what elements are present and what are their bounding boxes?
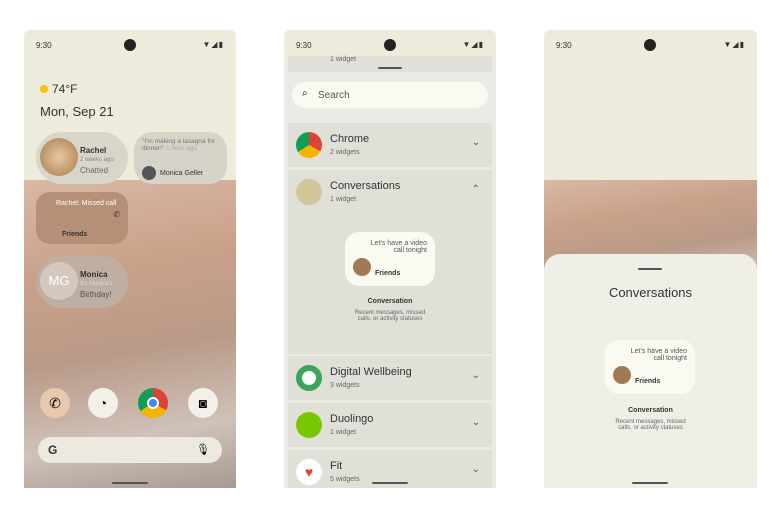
subtitle: It's Monica's (80, 281, 113, 287)
preview-message: Let's have a video call tonight (630, 348, 687, 362)
sun-icon (40, 85, 48, 93)
widget-description: Recent messages, missed calls, or activi… (354, 310, 426, 322)
status-bar: 9:30 ▼◢▮ (296, 39, 484, 51)
sender: Monica Geller (160, 170, 204, 177)
search-placeholder: Search (318, 90, 350, 101)
widget-description: Recent messages, missed calls, or activi… (615, 419, 686, 431)
google-logo: G (48, 443, 58, 457)
message-widget[interactable]: "I'm making a lasagna for dinner!" 1 hou… (134, 132, 227, 184)
chevron-down-icon[interactable]: ⌄ (472, 137, 480, 148)
chevron-down-icon[interactable]: ⌄ (472, 417, 480, 428)
nav-handle[interactable] (632, 482, 668, 484)
group-name: Friends (375, 270, 401, 277)
chrome-icon (296, 132, 322, 158)
search-input[interactable]: ⌕ Search (292, 82, 488, 108)
digital-wellbeing-icon (296, 365, 322, 391)
app-row-digital-wellbeing[interactable]: Digital Wellbeing 3 widgets ⌄ (288, 356, 492, 400)
message-text: "I'm making a lasagna for dinner!" 1 hou… (142, 138, 215, 152)
search-bar[interactable]: G 🎙 (38, 437, 222, 463)
status-bar: 9:30 ▼◢▮ (24, 30, 236, 56)
preview-message: Let's have a video call tonight (370, 240, 427, 254)
duolingo-icon (296, 412, 322, 438)
date[interactable]: Mon, Sep 21 (40, 104, 114, 119)
time-ago: 2 weeks ago (80, 157, 114, 163)
time: 9:30 (36, 41, 52, 50)
sheet-handle[interactable] (638, 268, 662, 270)
sheet-title: Conversations (608, 285, 693, 300)
chrome-icon[interactable] (138, 388, 168, 418)
conversation-widget-preview[interactable]: Let's have a video call tonight Friends (345, 232, 435, 286)
partial-row: 1 widget (288, 56, 492, 72)
missed-call-icon: ✆ (113, 210, 120, 219)
picker-sheet: 1 widget ⌕ Search Chrome 2 widgets ⌄ Conve… (284, 56, 496, 488)
status: Birthday! (80, 290, 112, 299)
nav-handle[interactable] (112, 482, 148, 484)
bottom-sheet: Conversations Let's have a video call to… (544, 254, 757, 488)
nav-handle[interactable] (372, 482, 408, 484)
missed-call-widget[interactable]: Rachel: Missed call ✆ Friends (36, 192, 128, 244)
temperature: 74°F (52, 82, 78, 96)
group-name: Friends (62, 231, 88, 238)
rachel-avatar (40, 138, 78, 176)
status-bar: 9:30 ▼◢▮ (556, 39, 745, 51)
sender-avatar (142, 166, 156, 180)
app-row-chrome[interactable]: Chrome 2 widgets ⌄ (288, 123, 492, 167)
fit-icon: ♥ (296, 459, 322, 485)
widget-title: Conversation (628, 407, 673, 414)
friend-avatar (613, 366, 631, 384)
search-icon: ⌕ (302, 88, 308, 99)
friend-avatar (353, 258, 371, 276)
conversations-icon (296, 179, 322, 205)
chevron-up-icon[interactable]: ⌃ (472, 184, 480, 195)
camera-cutout (124, 39, 136, 51)
monica-avatar: MG (40, 262, 78, 300)
chevron-down-icon[interactable]: ⌄ (472, 464, 480, 475)
monica-widget[interactable]: MG Monica It's Monica's Birthday! (36, 256, 128, 308)
app-row-duolingo[interactable]: Duolingo 1 widget ⌄ (288, 403, 492, 447)
clock-icon[interactable]: ◔ (88, 388, 118, 418)
group-name: Friends (635, 378, 661, 385)
missed-text: Rachel: Missed call (56, 200, 117, 207)
status: Chatted (80, 166, 109, 175)
phone-icon[interactable]: ✆ (40, 388, 70, 418)
sheet-handle[interactable] (378, 67, 402, 69)
app-row-conversations[interactable]: Conversations 1 widget ⌃ Let's have a vide… (288, 170, 492, 354)
camera-icon[interactable]: ◙ (188, 388, 218, 418)
conversation-widget-preview[interactable]: Let's have a video call tonight Friends (605, 340, 695, 394)
widget-picker-phone: 9:30 ▼◢▮ 1 widget ⌕ Search Chrome 2 widget… (284, 30, 496, 488)
rachel-widget[interactable]: Rachel 2 weeks ago Chatted (36, 132, 128, 184)
chevron-down-icon[interactable]: ⌄ (472, 370, 480, 381)
widget-title: Conversation (367, 298, 413, 305)
home-screen-phone: 9:30 ▼◢▮ 74°F Mon, Sep 21 Rachel 2 weeks … (24, 30, 236, 488)
weather[interactable]: 74°F (40, 82, 77, 96)
contact-name: Rachel (80, 146, 107, 155)
widget-sheet-phone: 9:30 ▼◢▮ Conversations Let's have a video… (544, 30, 757, 488)
status-icons: ▼◢▮ (202, 40, 224, 49)
contact-name: Monica (80, 270, 108, 279)
mic-icon[interactable]: 🎙 (196, 443, 210, 456)
